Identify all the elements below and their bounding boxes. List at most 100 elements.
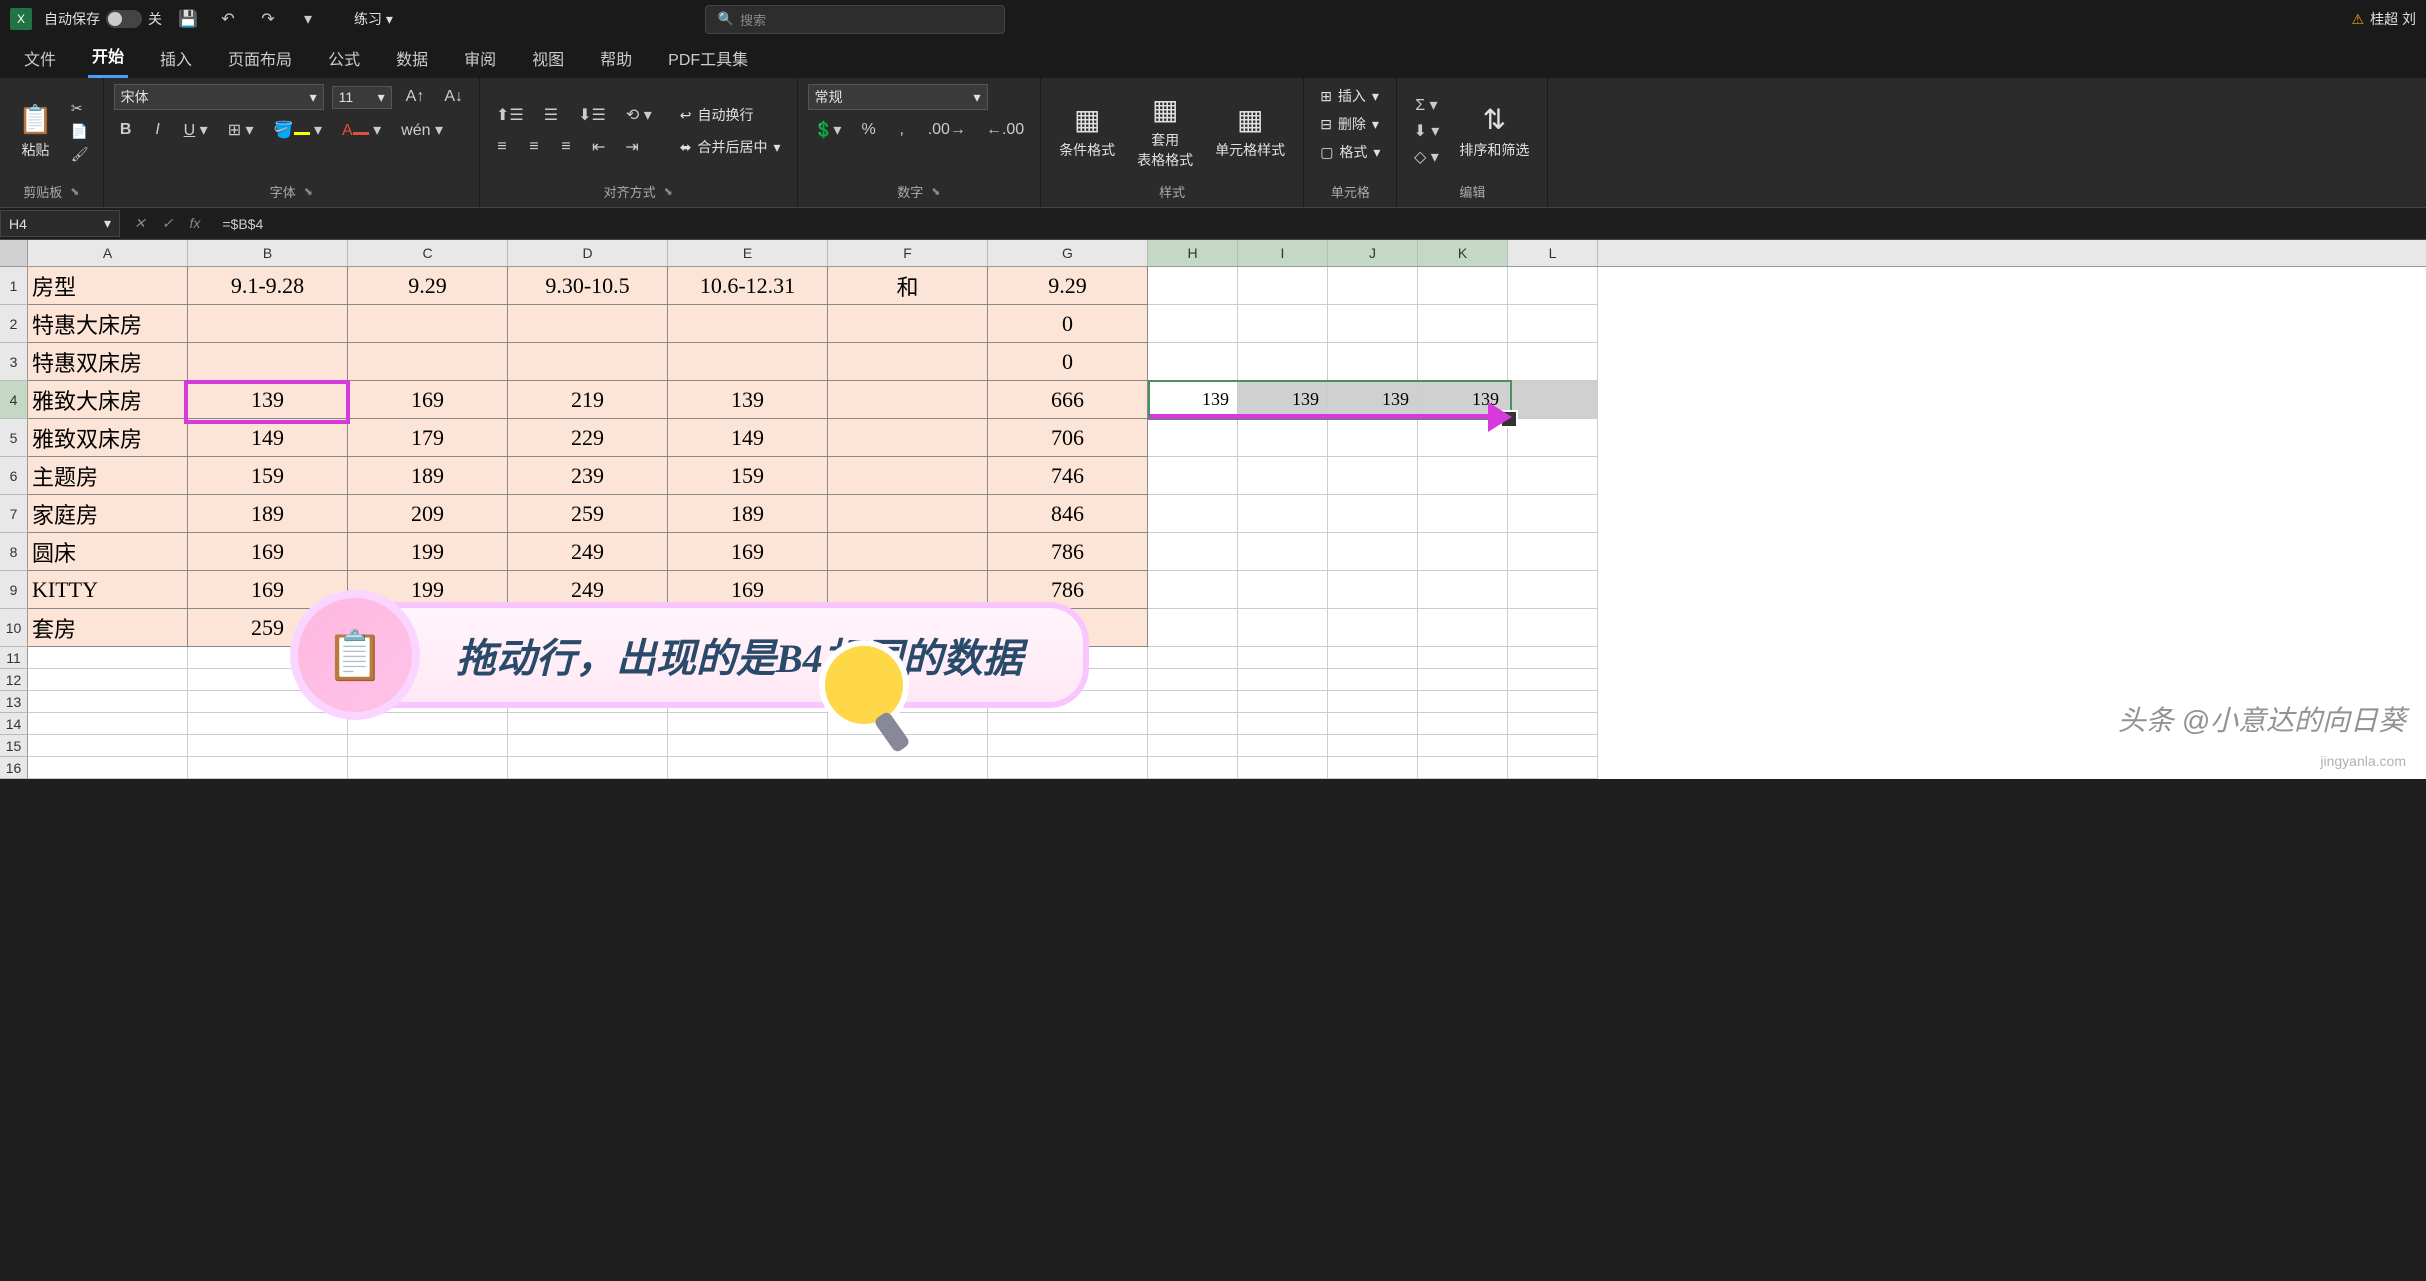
cell[interactable] [1238, 305, 1328, 343]
cell[interactable] [1328, 305, 1418, 343]
cell[interactable] [1148, 735, 1238, 757]
row-header[interactable]: 13 [0, 691, 28, 713]
cell[interactable]: 房型 [28, 267, 188, 305]
cell[interactable] [28, 757, 188, 779]
tab-file[interactable]: 文件 [20, 38, 60, 78]
cell[interactable] [1238, 647, 1328, 669]
cell[interactable] [1508, 691, 1598, 713]
increase-decimal-button[interactable]: .00→ [922, 119, 972, 141]
cell[interactable] [1418, 571, 1508, 609]
cell[interactable] [828, 533, 988, 571]
cell[interactable] [1418, 457, 1508, 495]
cell[interactable] [188, 735, 348, 757]
row-header[interactable]: 6 [0, 457, 28, 495]
percent-button[interactable]: % [855, 119, 881, 141]
bold-button[interactable]: B [114, 119, 138, 141]
cell[interactable] [828, 495, 988, 533]
cell[interactable] [1238, 533, 1328, 571]
user-account[interactable]: ⚠ 桂超 刘 [2352, 9, 2416, 29]
cell[interactable]: 特惠双床房 [28, 343, 188, 381]
border-button[interactable]: ⊞ ▾ [222, 118, 260, 142]
cell[interactable] [1148, 533, 1238, 571]
save-icon[interactable]: 💾 [174, 5, 202, 33]
cell[interactable] [1238, 713, 1328, 735]
cell-styles-button[interactable]: ▦单元格样式 [1207, 99, 1293, 164]
cell[interactable]: 0 [988, 343, 1148, 381]
fill-color-button[interactable]: 🪣 ▾ [268, 118, 328, 142]
cell[interactable] [1238, 267, 1328, 305]
cell[interactable] [828, 343, 988, 381]
cell[interactable] [668, 757, 828, 779]
cell[interactable]: 786 [988, 533, 1148, 571]
cell[interactable] [1508, 495, 1598, 533]
cell[interactable] [348, 735, 508, 757]
cell[interactable] [1508, 713, 1598, 735]
cell[interactable] [188, 305, 348, 343]
cell[interactable]: 159 [668, 457, 828, 495]
cell[interactable]: 0 [988, 305, 1148, 343]
row-header[interactable]: 16 [0, 757, 28, 779]
cell[interactable] [1418, 609, 1508, 647]
cell[interactable]: 259 [508, 495, 668, 533]
cell[interactable]: 139 [188, 381, 348, 419]
cut-button[interactable]: ✂ [67, 98, 93, 119]
col-header-H[interactable]: H [1148, 240, 1238, 266]
cell[interactable] [28, 713, 188, 735]
cell[interactable]: 239 [508, 457, 668, 495]
row-header[interactable]: 15 [0, 735, 28, 757]
cell[interactable]: 169 [348, 381, 508, 419]
currency-button[interactable]: 💲▾ [808, 118, 848, 142]
cell[interactable] [1418, 691, 1508, 713]
format-cells-button[interactable]: ▢格式 ▾ [1314, 140, 1386, 164]
undo-icon[interactable]: ↶ [214, 5, 242, 33]
fx-button[interactable]: fx [183, 213, 206, 234]
copy-button[interactable]: 📄 [67, 121, 93, 142]
cell[interactable]: 149 [188, 419, 348, 457]
align-top-button[interactable]: ⬆☰ [490, 103, 530, 127]
cell[interactable] [1328, 343, 1418, 381]
row-header[interactable]: 2 [0, 305, 28, 343]
cell[interactable]: 特惠大床房 [28, 305, 188, 343]
cell[interactable] [348, 305, 508, 343]
cell[interactable] [1148, 419, 1238, 457]
cell[interactable] [508, 343, 668, 381]
decrease-font-button[interactable]: A↓ [438, 86, 469, 108]
cell[interactable] [348, 343, 508, 381]
cell[interactable]: 189 [348, 457, 508, 495]
cell[interactable] [28, 735, 188, 757]
tab-formulas[interactable]: 公式 [324, 38, 364, 78]
name-box[interactable]: H4▾ [0, 210, 120, 237]
cell[interactable] [1238, 609, 1328, 647]
align-center-button[interactable]: ≡ [522, 136, 546, 158]
cell[interactable] [1508, 305, 1598, 343]
redo-icon[interactable]: ↷ [254, 5, 282, 33]
format-table-button[interactable]: ▦套用 表格格式 [1129, 89, 1201, 174]
cell[interactable] [1148, 495, 1238, 533]
wrap-text-button[interactable]: ↩自动换行 [674, 103, 787, 127]
align-left-button[interactable]: ≡ [490, 136, 514, 158]
comma-button[interactable]: , [890, 119, 914, 141]
align-bottom-button[interactable]: ⬇☰ [572, 103, 612, 127]
cell[interactable] [1508, 457, 1598, 495]
cell[interactable] [1328, 691, 1418, 713]
format-painter-button[interactable]: 🖌 [67, 144, 93, 165]
cell[interactable] [508, 305, 668, 343]
row-header[interactable]: 4 [0, 381, 28, 419]
cell[interactable] [1148, 343, 1238, 381]
cell[interactable] [1418, 343, 1508, 381]
cell[interactable]: 179 [348, 419, 508, 457]
cell[interactable] [668, 343, 828, 381]
select-all-corner[interactable] [0, 240, 28, 266]
autosum-button[interactable]: Σ ▾ [1407, 93, 1445, 117]
row-header[interactable]: 8 [0, 533, 28, 571]
cell[interactable] [1508, 669, 1598, 691]
cell[interactable]: 169 [668, 533, 828, 571]
cell[interactable] [1238, 735, 1328, 757]
fill-button[interactable]: ⬇ ▾ [1407, 119, 1445, 143]
cell[interactable]: 套房 [28, 609, 188, 647]
cell[interactable] [1508, 419, 1598, 457]
cell[interactable]: 846 [988, 495, 1148, 533]
cell[interactable] [1148, 757, 1238, 779]
cell[interactable]: 199 [348, 533, 508, 571]
cell[interactable] [1328, 267, 1418, 305]
